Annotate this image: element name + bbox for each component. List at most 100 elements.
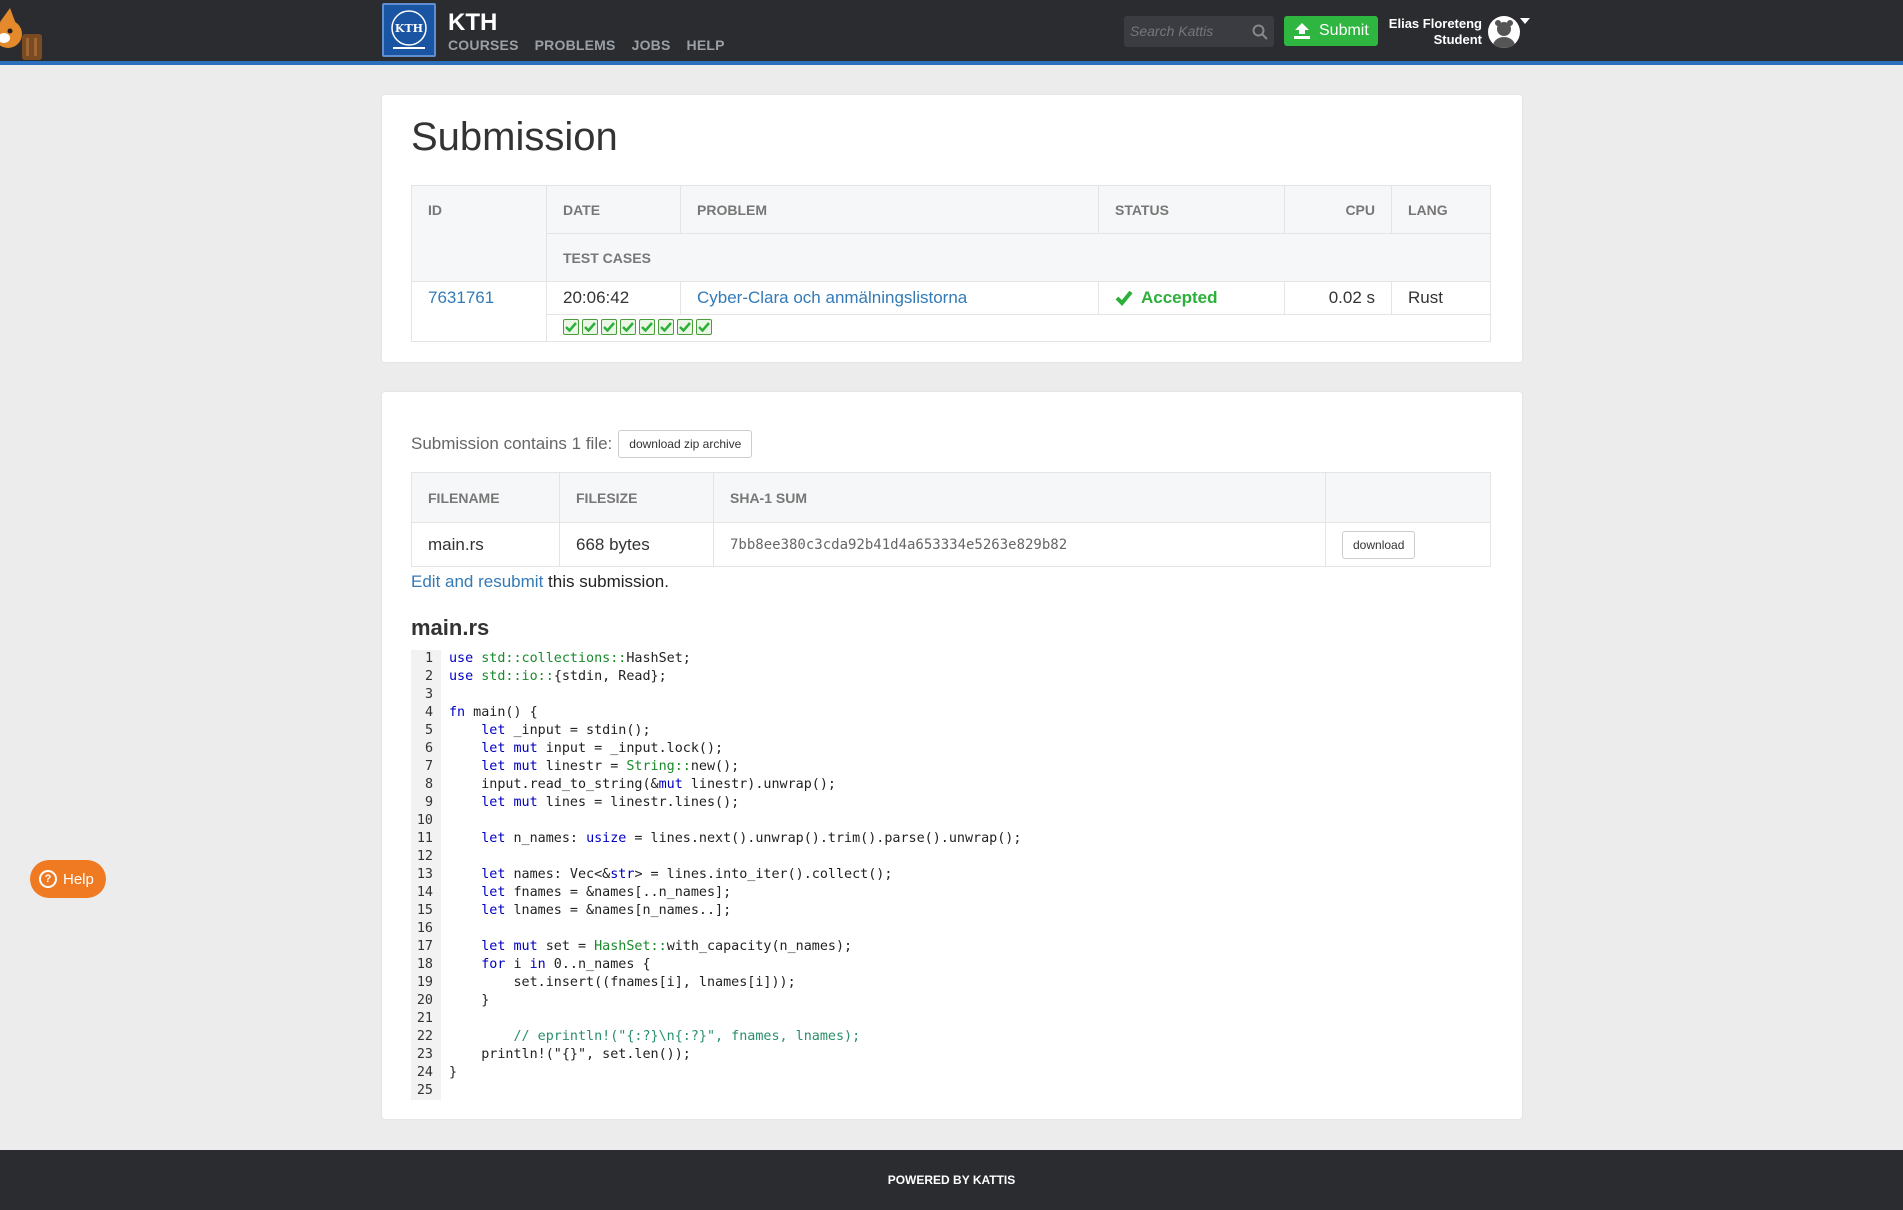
download-file-button[interactable]: download xyxy=(1342,530,1416,559)
file-name: main.rs xyxy=(411,522,560,567)
line-number: 21 xyxy=(411,1010,441,1028)
footer: POWERED BY KATTIS xyxy=(0,1150,1903,1210)
code-line: 8 input.read_to_string(&mut linestr).unw… xyxy=(411,776,1491,794)
code-line: 10 xyxy=(411,812,1491,830)
code-text: let n_names: usize = lines.next().unwrap… xyxy=(481,831,1022,846)
line-number: 14 xyxy=(411,884,441,902)
col-cpu: CPU xyxy=(1284,185,1392,234)
language: Rust xyxy=(1391,281,1491,315)
code-line: 22 // eprintln!("{:?}\n{:?}", fnames, ln… xyxy=(411,1028,1491,1046)
avatar[interactable] xyxy=(1488,16,1520,48)
user-name: Elias Floreteng xyxy=(1388,16,1482,31)
code-text: let fnames = &names[..n_names]; xyxy=(481,885,732,900)
line-number: 13 xyxy=(411,866,441,884)
line-number: 17 xyxy=(411,938,441,956)
line-number: 25 xyxy=(411,1082,441,1100)
submission-id-link[interactable]: 7631761 xyxy=(428,288,494,307)
user-info[interactable]: Elias Floreteng Student xyxy=(1380,16,1482,48)
nav-problems[interactable]: PROBLEMS xyxy=(535,37,616,53)
page-title: Submission xyxy=(411,115,618,159)
svg-text:KTH: KTH xyxy=(395,22,423,35)
test-case-check-icon[interactable] xyxy=(563,319,579,335)
col-test-cases: TEST CASES xyxy=(546,233,1491,282)
code-text: } xyxy=(449,1065,458,1080)
code-line: 12 xyxy=(411,848,1491,866)
col-sha1: SHA-1 SUM xyxy=(713,472,1326,523)
files-summary: Submission contains 1 file: download zip… xyxy=(411,430,753,458)
footer-text: POWERED BY KATTIS xyxy=(887,1173,1016,1187)
test-case-check-icon[interactable] xyxy=(677,319,693,335)
code-text: let lnames = &names[n_names..]; xyxy=(481,903,732,918)
test-case-check-icon[interactable] xyxy=(601,319,617,335)
code-line: 15 let lnames = &names[n_names..]; xyxy=(411,902,1491,920)
code-line: 18 for i in 0..n_names { xyxy=(411,956,1491,974)
code-text: for i in 0..n_names { xyxy=(481,957,651,972)
line-number: 12 xyxy=(411,848,441,866)
code-line: 16 xyxy=(411,920,1491,938)
code-line: 19 set.insert((fnames[i], lnames[i])); xyxy=(411,974,1491,992)
file-sha1: 7bb8ee380c3cda92b41d4a653334e5263e829b82 xyxy=(713,522,1326,567)
search-icon[interactable] xyxy=(1252,24,1268,40)
problem-link[interactable]: Cyber-Clara och anmälningslistorna xyxy=(697,288,967,307)
brand-title[interactable]: KTH xyxy=(448,9,497,37)
nav-help[interactable]: HELP xyxy=(687,37,725,53)
code-text: use std::io::{stdin, Read}; xyxy=(449,669,667,684)
main-nav: COURSES PROBLEMS JOBS HELP xyxy=(448,37,725,53)
line-number: 15 xyxy=(411,902,441,920)
code-line: 2 use std::io::{stdin, Read}; xyxy=(411,668,1491,686)
code-line: 4 fn main() { xyxy=(411,704,1491,722)
test-case-list xyxy=(563,315,1474,335)
col-id: ID xyxy=(411,185,547,282)
cpu-time: 0.02 s xyxy=(1284,281,1392,315)
test-case-check-icon[interactable] xyxy=(696,319,712,335)
code-text: use std::collections::HashSet; xyxy=(449,651,691,666)
code-text: set.insert((fnames[i], lnames[i])); xyxy=(449,975,796,990)
test-case-check-icon[interactable] xyxy=(582,319,598,335)
resubmit-text: Edit and resubmit this submission. xyxy=(411,572,669,592)
kth-logo[interactable]: KTH xyxy=(382,3,436,57)
source-code-view: 1 use std::collections::HashSet; 2 use std:… xyxy=(411,650,1491,1100)
chevron-down-icon[interactable] xyxy=(1520,18,1530,24)
resubmit-suffix: this submission. xyxy=(543,572,669,591)
nav-jobs[interactable]: JOBS xyxy=(632,37,671,53)
download-zip-button[interactable]: download zip archive xyxy=(618,430,753,458)
code-line: 6 let mut input = _input.lock(); xyxy=(411,740,1491,758)
upload-icon xyxy=(1294,23,1310,39)
code-text: let _input = stdin(); xyxy=(481,723,651,738)
question-icon: ? xyxy=(39,870,57,888)
submit-button[interactable]: Submit xyxy=(1284,16,1378,46)
code-text: fn main() { xyxy=(449,705,538,720)
test-case-check-icon[interactable] xyxy=(658,319,674,335)
line-number: 3 xyxy=(411,686,441,704)
files-table: FILENAME FILESIZE SHA-1 SUM main.rs 668 … xyxy=(411,472,1491,567)
test-case-check-icon[interactable] xyxy=(620,319,636,335)
code-line: 14 let fnames = &names[..n_names]; xyxy=(411,884,1491,902)
code-line: 9 let mut lines = linestr.lines(); xyxy=(411,794,1491,812)
code-text: // eprintln!("{:?}\n{:?}", fnames, lname… xyxy=(513,1029,861,1044)
line-number: 16 xyxy=(411,920,441,938)
search-input[interactable] xyxy=(1130,21,1240,41)
search-box xyxy=(1124,16,1274,47)
test-case-check-icon[interactable] xyxy=(639,319,655,335)
submit-label: Submit xyxy=(1319,22,1369,39)
code-line: 3 xyxy=(411,686,1491,704)
test-cases-cell xyxy=(546,314,1491,342)
code-line: 21 xyxy=(411,1010,1491,1028)
code-line: 1 use std::collections::HashSet; xyxy=(411,650,1491,668)
edit-resubmit-link[interactable]: Edit and resubmit xyxy=(411,572,543,591)
status-badge: Accepted xyxy=(1098,281,1285,315)
code-line: 17 let mut set = HashSet::with_capacity(… xyxy=(411,938,1491,956)
col-date: DATE xyxy=(546,185,681,234)
nav-courses[interactable]: COURSES xyxy=(448,37,519,53)
code-line: 25 xyxy=(411,1082,1491,1100)
col-lang: LANG xyxy=(1391,185,1491,234)
help-button[interactable]: ? Help xyxy=(30,860,106,898)
user-role: Student xyxy=(1433,32,1482,47)
status-text: Accepted xyxy=(1141,288,1218,307)
